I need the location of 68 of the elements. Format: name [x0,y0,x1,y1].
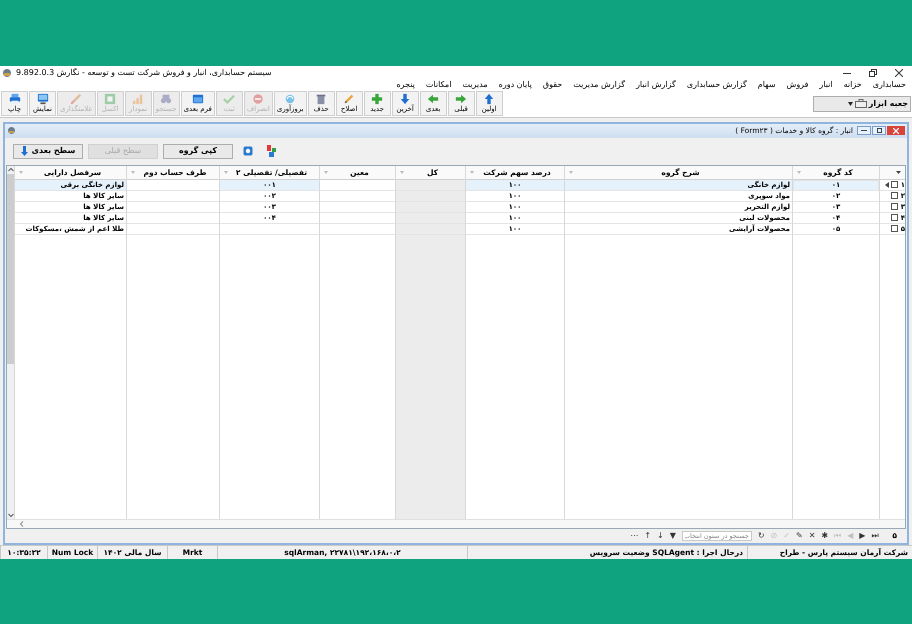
minimize-button[interactable] [857,126,871,136]
grid-colors-icon[interactable] [267,145,277,158]
navigator-button[interactable]: ✱ [821,531,828,542]
brush-icon [70,93,82,106]
arrow-right-icon [455,93,468,106]
trash-icon [315,93,328,106]
printer-icon [8,93,20,106]
toolbox-dropdown[interactable]: جعبه ابزار [813,96,911,112]
restore-button[interactable] [872,126,886,136]
navigator-button[interactable]: ⋯ [630,531,638,542]
row-checkbox[interactable] [891,192,898,200]
restore-icon [876,128,882,134]
menu-item[interactable]: پنجره [396,79,415,92]
navigator-button[interactable]: ⏭ [871,531,878,542]
row-checkbox[interactable] [891,181,898,188]
arrow-down-icon [399,93,412,106]
form-button[interactable]: سطح بعدی [13,144,83,159]
form-button[interactable]: کپی گروه [163,144,233,159]
menu-item[interactable]: گزارش مدیریت [573,79,626,92]
navigator-button[interactable]: ✕ [808,531,816,542]
monitor-icon [36,93,48,106]
menu-item[interactable]: فروش [786,79,808,92]
check-icon [223,93,236,106]
menu-item[interactable]: حقوق [542,79,562,92]
scroll-left-icon[interactable] [19,521,25,528]
navigator-button[interactable]: ✎ [796,531,803,542]
minimize-icon [861,130,867,132]
menu-item[interactable]: گزارش حسابداری [686,79,747,92]
copy-icon[interactable] [243,146,253,156]
cancel-icon [252,93,264,106]
menu-item[interactable]: انبار [819,79,833,92]
close-icon [893,128,899,134]
row-checkbox[interactable] [891,225,898,232]
binoculars-icon [160,93,172,106]
navigator-button[interactable]: ↻ [758,531,765,542]
app-icon [2,68,12,78]
close-icon [895,68,903,77]
menu-item[interactable]: پایان دوره [498,79,532,92]
scroll-up-icon[interactable] [8,166,14,174]
menu-item[interactable]: مدیریت [462,79,488,92]
caret-icon [848,102,853,106]
window-title: سیستم حسابداری، انبار و فروش شرکت تست و توسعه - نگارش 9.892.0.3 [16,66,272,79]
navigator-button[interactable]: ↓ [657,531,664,542]
toolbox-icon [854,99,867,108]
menu-item[interactable]: گزارش انبار [636,79,676,92]
refresh-icon [284,93,296,106]
vertical-scrollbar[interactable] [7,166,14,520]
arrow-up-icon [483,93,496,106]
row-checkbox[interactable] [891,203,898,210]
caret-icon[interactable] [896,170,901,174]
menu-item[interactable]: سهام [758,79,776,92]
navigator-button[interactable]: ↑ [644,531,652,542]
form-icon [7,126,16,136]
navigator-button[interactable]: ▶ [859,531,866,542]
restore-icon [869,68,877,77]
bar-chart-icon [132,93,144,106]
scroll-down-icon[interactable] [8,511,14,520]
arrow-left-icon [427,93,440,106]
menu-item[interactable]: خزانه [844,79,862,92]
plus-icon [371,93,384,106]
menu-item[interactable]: امکانات [426,79,452,92]
row-checkbox[interactable] [891,214,898,222]
window-icon [192,93,204,106]
navigator-button[interactable]: ▼ [670,531,676,542]
arrow-down-icon [20,146,28,156]
menu-item[interactable]: حسابداری [872,79,906,92]
pencil-icon [343,93,356,106]
spreadsheet-icon [104,93,116,106]
